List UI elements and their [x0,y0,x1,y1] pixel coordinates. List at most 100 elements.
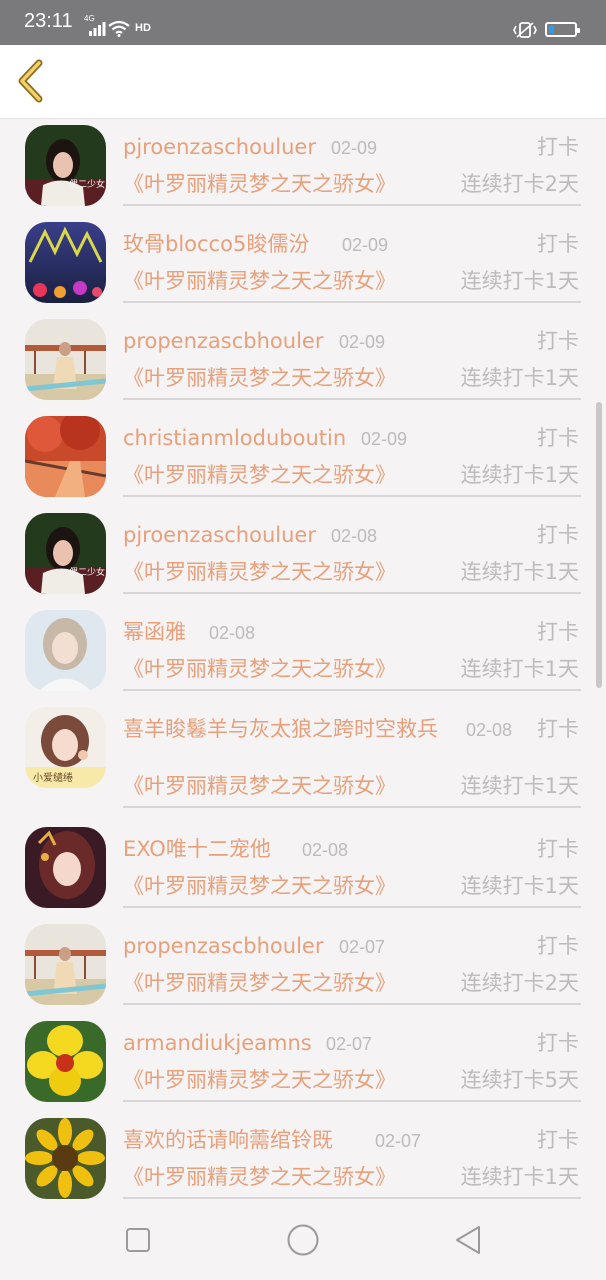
user-name[interactable]: 幂函雅 [123,619,186,646]
book-title[interactable]: 《叶罗丽精灵梦之天之骄女》 [123,365,396,392]
status-time: 23:11 [24,10,73,32]
list-item[interactable]: christianmloduboutin 02-09 打卡 《叶罗丽精灵梦之天之… [0,409,606,506]
user-name[interactable]: armandiukjeamns [123,1030,312,1057]
checkin-date: 02-09 [339,332,386,352]
chevron-left-icon[interactable] [14,59,50,103]
scrollbar[interactable] [596,402,602,688]
divider [123,806,581,808]
divider [123,1100,581,1102]
checkin-label: 打卡 [537,135,579,159]
avatar [25,319,106,400]
checkin-date: 02-07 [326,1034,373,1054]
signal-icon [89,22,106,36]
circle-icon[interactable] [286,1223,320,1257]
vibrate-icon [513,22,537,38]
user-name[interactable]: 喜欢的话请响薷绾铃既 [123,1127,333,1154]
list-item[interactable]: 喜欢的话请响薷绾铃既 02-07 打卡 《叶罗丽精灵梦之天之骄女》 连续打卡1天 [0,1111,606,1208]
checkin-date: 02-08 [331,526,378,546]
svg-text:偶二少女: 偶二少女 [69,566,105,578]
streak-count: 连续打卡2天 [460,172,579,196]
user-name[interactable]: 玫骨blocco5睃儒汾 [123,231,309,258]
list-item[interactable]: armandiukjeamns 02-07 打卡 《叶罗丽精灵梦之天之骄女》 连… [0,1014,606,1111]
checkin-label: 打卡 [537,620,579,644]
checkin-label: 打卡 [537,934,579,958]
list-item[interactable]: 幂函雅 02-08 打卡 《叶罗丽精灵梦之天之骄女》 连续打卡1天 [0,603,606,700]
user-name[interactable]: pjroenzaschouluer [123,522,316,549]
list-item[interactable]: 玫骨blocco5睃儒汾 02-09 打卡 《叶罗丽精灵梦之天之骄女》 连续打卡… [0,215,606,312]
book-title[interactable]: 《叶罗丽精灵梦之天之骄女》 [123,1164,396,1191]
divider [123,689,581,691]
checkin-date: 02-08 [466,720,513,740]
checkin-label: 打卡 [537,717,579,741]
checkin-date: 02-07 [339,937,386,957]
checkin-date: 02-09 [361,429,408,449]
book-title[interactable]: 《叶罗丽精灵梦之天之骄女》 [123,462,396,489]
user-name[interactable]: EXO唯十二宠他 [123,836,271,863]
list-item[interactable]: propenzascbhouler 02-09 打卡 《叶罗丽精灵梦之天之骄女》… [0,312,606,409]
book-title[interactable]: 《叶罗丽精灵梦之天之骄女》 [123,559,396,586]
checkin-date: 02-09 [342,235,389,255]
user-name[interactable]: christianmloduboutin [123,425,346,452]
square-icon[interactable] [124,1226,152,1254]
divider [123,1197,581,1199]
book-title[interactable]: 《叶罗丽精灵梦之天之骄女》 [123,1067,396,1094]
avatar: 偶二少女 [25,125,106,206]
divider [123,592,581,594]
user-name[interactable]: propenzascbhouler [123,328,323,355]
checkin-label: 打卡 [537,329,579,353]
checkin-date: 02-09 [331,138,378,158]
streak-count: 连续打卡1天 [460,874,579,898]
book-title[interactable]: 《叶罗丽精灵梦之天之骄女》 [123,773,396,800]
avatar: 偶二少女 [25,513,106,594]
list-item[interactable]: 偶二少女 pjroenzaschouluer 02-08 打卡 《叶罗丽精灵梦之… [0,506,606,603]
avatar [25,924,106,1005]
checkin-label: 打卡 [537,1128,579,1152]
checkin-label: 打卡 [537,426,579,450]
divider [123,1003,581,1005]
book-title[interactable]: 《叶罗丽精灵梦之天之骄女》 [123,268,396,295]
status-bar: 23:11 4G HD [0,0,606,45]
streak-count: 连续打卡1天 [460,269,579,293]
avatar: 小爱缱绻 [25,707,106,788]
list-item[interactable]: EXO唯十二宠他 02-08 打卡 《叶罗丽精灵梦之天之骄女》 连续打卡1天 [0,820,606,917]
user-name[interactable]: propenzascbhouler [123,933,323,960]
streak-count: 连续打卡1天 [460,560,579,584]
system-nav-bar [0,1208,606,1280]
streak-count: 连续打卡2天 [460,971,579,995]
list-item[interactable]: 小爱缱绻 喜羊睃鬈羊与灰太狼之跨时空救兵 02-08 打卡 《叶罗丽精灵梦之天之… [0,700,606,820]
checkin-date: 02-08 [209,623,256,643]
checkin-list: 偶二少女 pjroenzaschouluer 02-09 打卡 《叶罗丽精灵梦之… [0,118,606,1208]
streak-count: 连续打卡5天 [460,1068,579,1092]
streak-count: 连续打卡1天 [460,463,579,487]
avatar [25,222,106,303]
battery-icon [545,22,580,37]
svg-text:小爱缱绻: 小爱缱绻 [33,771,73,784]
streak-count: 连续打卡1天 [460,774,579,798]
divider [123,495,581,497]
list-item[interactable]: 偶二少女 pjroenzaschouluer 02-09 打卡 《叶罗丽精灵梦之… [0,118,606,215]
avatar [25,416,106,497]
wifi-icon [108,20,130,37]
user-name[interactable]: pjroenzaschouluer [123,134,316,161]
streak-count: 连续打卡1天 [460,657,579,681]
book-title[interactable]: 《叶罗丽精灵梦之天之骄女》 [123,656,396,683]
divider [123,204,581,206]
hd-indicator: HD [135,22,151,34]
divider [123,301,581,303]
book-title[interactable]: 《叶罗丽精灵梦之天之骄女》 [123,873,396,900]
checkin-label: 打卡 [537,1031,579,1055]
user-name-text: 喜羊睃鬈羊与灰太狼之跨时空救兵 [123,717,438,741]
triangle-back-icon[interactable] [453,1224,483,1256]
list-item[interactable]: propenzascbhouler 02-07 打卡 《叶罗丽精灵梦之天之骄女》… [0,917,606,1014]
top-bar [0,45,606,119]
book-title[interactable]: 《叶罗丽精灵梦之天之骄女》 [123,970,396,997]
divider [123,906,581,908]
checkin-label: 打卡 [537,837,579,861]
user-name[interactable]: 喜羊睃鬈羊与灰太狼之跨时空救兵 [123,716,443,743]
checkin-date: 02-08 [302,840,349,860]
avatar [25,1118,106,1199]
book-title[interactable]: 《叶罗丽精灵梦之天之骄女》 [123,171,396,198]
svg-text:偶二少女: 偶二少女 [69,178,105,190]
divider [123,398,581,400]
avatar [25,610,106,691]
